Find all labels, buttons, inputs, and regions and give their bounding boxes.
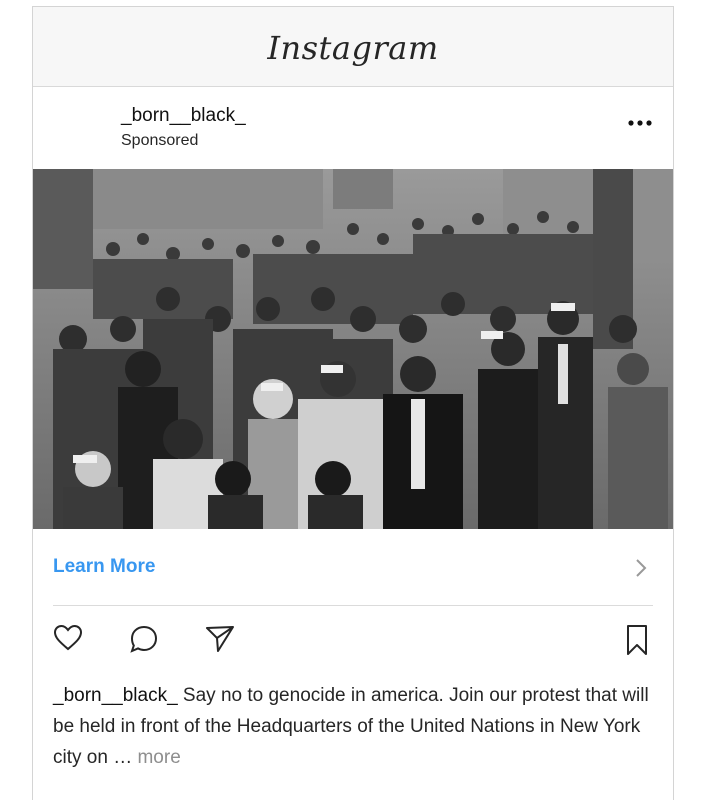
learn-more-label[interactable]: Learn More: [53, 556, 155, 578]
learn-more-button[interactable]: Learn More: [33, 529, 673, 606]
app-header: Instagram: [33, 7, 673, 87]
caption-username[interactable]: _born__black_: [53, 685, 178, 706]
heart-icon[interactable]: [53, 624, 83, 657]
post-image[interactable]: [33, 169, 673, 529]
action-bar: [33, 606, 673, 670]
paper-plane-icon[interactable]: [205, 624, 235, 659]
crowd-photo: [33, 169, 673, 529]
instagram-post-frame: Instagram _born__black_ Sponsored Learn …: [32, 6, 674, 800]
instagram-logo[interactable]: Instagram: [267, 29, 438, 67]
post-caption: _born__black_ Say no to genocide in amer…: [53, 680, 655, 773]
chevron-right-icon[interactable]: [635, 558, 647, 583]
sponsored-label: Sponsored: [121, 132, 199, 149]
comment-icon[interactable]: [129, 624, 159, 659]
bookmark-icon[interactable]: [625, 624, 649, 661]
three-dots-icon[interactable]: [625, 113, 655, 133]
avatar[interactable]: [53, 107, 97, 151]
caption-more-link[interactable]: more: [137, 747, 180, 768]
post-username[interactable]: _born__black_: [121, 105, 246, 127]
post-header: _born__black_ Sponsored: [33, 87, 673, 169]
